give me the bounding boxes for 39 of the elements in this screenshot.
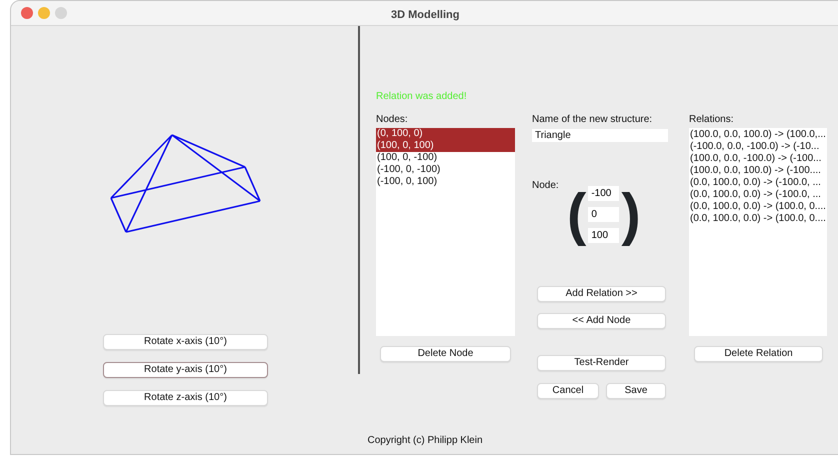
node-item[interactable]: (100, 0, 100) — [376, 140, 515, 152]
copyright-text: Copyright (c) Philipp Klein — [367, 435, 483, 446]
window-title: 3D Modelling — [391, 8, 460, 23]
nodes-label: Nodes: — [376, 114, 409, 126]
node-item[interactable]: (-100, 0, 100) — [376, 176, 515, 188]
node-label: Node: — [532, 180, 560, 192]
minimize-icon[interactable] — [38, 7, 50, 19]
node-item[interactable]: (-100, 0, -100) — [376, 164, 515, 176]
nodes-list[interactable]: (0, 100, 0) (100, 0, 100) (100, 0, -100) (-100, 0, -100) (-100, 0, 100) — [376, 128, 515, 336]
add-node-button[interactable]: << Add Node — [537, 313, 666, 329]
cancel-button[interactable]: Cancel — [537, 383, 599, 399]
node-item[interactable]: (100, 0, -100) — [376, 152, 515, 164]
structure-name-field[interactable]: Triangle — [532, 129, 668, 142]
structure-name-label: Name of the new structure: — [532, 114, 654, 126]
relation-item[interactable]: (0.0, 100.0, 0.0) -> (100.0, 0.... — [689, 213, 827, 225]
relation-item[interactable]: (-100.0, 0.0, -100.0) -> (-10... — [689, 141, 827, 153]
relation-item[interactable]: (100.0, 0.0, 100.0) -> (-100.... — [689, 165, 827, 177]
relation-item[interactable]: (0.0, 100.0, 0.0) -> (-100.0, ... — [689, 177, 827, 189]
bracket-close: ) — [621, 180, 641, 249]
relation-item[interactable]: (100.0, 0.0, -100.0) -> (-100... — [689, 153, 827, 165]
relation-item[interactable]: (100.0, 0.0, 100.0) -> (100.0,... — [689, 129, 827, 141]
rotate-button[interactable]: Rotate z-axis (10°) — [103, 390, 268, 406]
coordinate-field[interactable]: -100 — [588, 186, 620, 201]
relation-item[interactable]: (0.0, 100.0, 0.0) -> (-100.0, ... — [689, 189, 827, 201]
delete-relation-button[interactable]: Delete Relation — [694, 346, 823, 362]
close-icon[interactable] — [21, 7, 33, 19]
relation-item[interactable]: (0.0, 100.0, 0.0) -> (100.0, 0.... — [689, 201, 827, 213]
rotate-button[interactable]: Rotate x-axis (10°) — [103, 334, 268, 350]
status-message: Relation was added! — [376, 91, 468, 103]
rotate-button[interactable]: Rotate y-axis (10°) — [103, 362, 268, 378]
add-relation-button[interactable]: Add Relation >> — [537, 286, 666, 302]
save-button[interactable]: Save — [606, 383, 666, 399]
coordinate-field[interactable]: 100 — [588, 228, 620, 243]
node-item[interactable]: (0, 100, 0) — [376, 128, 515, 140]
relations-label: Relations: — [689, 114, 734, 126]
test-render-button[interactable]: Test-Render — [537, 355, 666, 371]
bracket-open: ( — [567, 180, 586, 249]
delete-node-button[interactable]: Delete Node — [380, 346, 511, 362]
coordinate-field[interactable]: 0 — [588, 207, 620, 222]
